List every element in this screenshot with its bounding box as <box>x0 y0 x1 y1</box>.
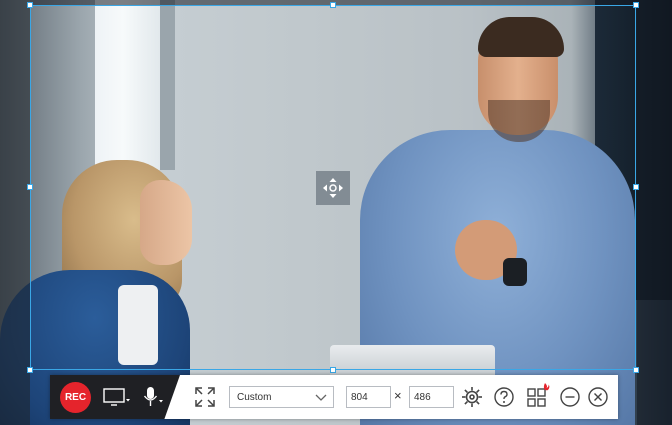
help-button[interactable] <box>493 386 515 408</box>
resize-handle-bottom-left[interactable] <box>27 367 33 373</box>
resize-handle-bottom-right[interactable] <box>633 367 639 373</box>
toolbox-button[interactable] <box>525 382 551 408</box>
move-icon <box>323 178 343 198</box>
close-button[interactable] <box>587 386 609 408</box>
expand-icon <box>195 387 215 407</box>
dim-overlay-left <box>0 0 30 425</box>
dimension-separator: × <box>394 388 402 403</box>
monitor-icon <box>103 388 130 406</box>
screen-source-button[interactable] <box>102 387 132 407</box>
resize-handle-bottom-center[interactable] <box>330 367 336 373</box>
microphone-icon <box>143 387 163 406</box>
help-icon <box>494 387 514 407</box>
region-mode-value: Custom <box>237 391 272 403</box>
recorder-toolbar: REC Custom × <box>50 375 618 419</box>
resize-handle-top-right[interactable] <box>633 2 639 8</box>
toolbox-icon <box>527 383 550 407</box>
width-input[interactable] <box>346 386 391 408</box>
height-input[interactable] <box>409 386 454 408</box>
move-handle[interactable] <box>316 171 350 205</box>
gear-icon <box>462 387 482 407</box>
resize-handle-top-center[interactable] <box>330 2 336 8</box>
settings-button[interactable] <box>461 386 483 408</box>
resize-handle-top-left[interactable] <box>27 2 33 8</box>
rec-button[interactable]: REC <box>60 382 91 413</box>
fullscreen-button[interactable] <box>193 386 217 408</box>
resize-handle-middle-right[interactable] <box>633 184 639 190</box>
region-mode-select[interactable]: Custom <box>229 386 334 408</box>
minimize-button[interactable] <box>559 386 581 408</box>
resize-handle-middle-left[interactable] <box>27 184 33 190</box>
chevron-down-icon <box>315 394 327 401</box>
microphone-button[interactable] <box>141 386 167 408</box>
minimize-icon <box>560 387 580 407</box>
dim-overlay-right <box>637 0 672 425</box>
close-icon <box>588 387 608 407</box>
